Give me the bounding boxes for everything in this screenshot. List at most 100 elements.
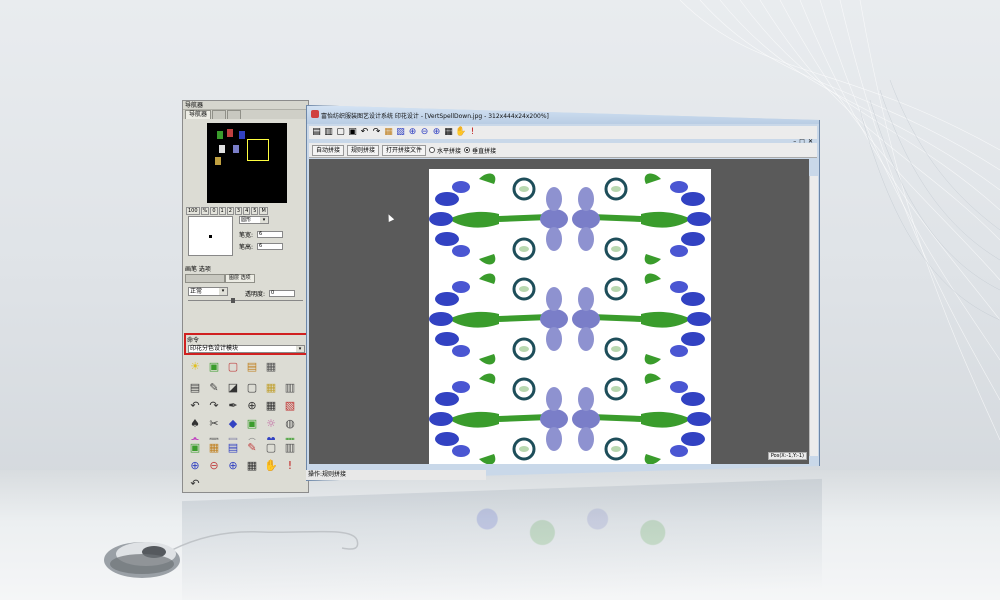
grid-icon[interactable]: ▦ — [244, 458, 260, 474]
tab-3[interactable] — [227, 110, 242, 119]
zoom-level-3[interactable]: 3 — [234, 207, 243, 215]
floral-pattern — [429, 169, 711, 464]
save-icon[interactable]: ▤ — [225, 440, 241, 456]
layer-icon[interactable]: ▦ — [383, 127, 394, 138]
radio-horizontal-tile[interactable]: 水平拼接 — [429, 146, 461, 155]
zoom-out-icon[interactable]: ⊖ — [206, 458, 222, 474]
diamond-icon[interactable]: ◆ — [225, 416, 241, 432]
copy-icon[interactable]: ▤ — [244, 359, 260, 375]
preview-viewport-rect[interactable] — [247, 139, 269, 161]
status-bar: 操作:规则拼接 — [306, 470, 486, 480]
opacity-input[interactable]: 0 — [269, 290, 296, 297]
alert-icon[interactable]: ! — [467, 127, 478, 138]
print-icon[interactable]: ▣ — [347, 127, 358, 138]
grid-icon[interactable]: ▦ — [443, 127, 454, 138]
brush-preview — [188, 216, 233, 256]
opacity-label: 透明度: — [245, 291, 266, 298]
zoom-in-icon[interactable]: ⊕ — [407, 127, 418, 138]
main-toolbar: ▤ ▥ ▢ ▣ ↶ ↷ ▦ ▧ ⊕ ⊖ ⊕ ▦ ✋ ! — [309, 126, 817, 139]
new-icon[interactable]: ▢ — [335, 127, 346, 138]
undo-icon[interactable]: ↶ — [359, 127, 370, 138]
rectangle-icon[interactable]: ▢ — [244, 380, 260, 396]
fill-icon[interactable]: ⊕ — [244, 398, 260, 414]
clip-icon[interactable]: ♠ — [187, 416, 203, 432]
folder-icon[interactable]: ▦ — [206, 440, 222, 456]
command-select[interactable]: 印花分色设计模块 ▾ — [188, 345, 305, 353]
cut-icon[interactable]: ✂ — [206, 416, 222, 432]
tab-navigator[interactable]: 导航器 — [185, 110, 212, 119]
pen-icon[interactable]: ✒ — [225, 398, 241, 414]
undo-icon[interactable]: ↶ — [187, 398, 203, 414]
pencil-icon[interactable]: ✎ — [206, 380, 222, 396]
preview-thumb — [219, 145, 225, 153]
navigator-panel: 导航器 导航器 100 % 0 1 2 3 4 5 M 圆形 ▾ 笔宽: 6 笔… — [182, 100, 309, 493]
chevron-down-icon: ▾ — [260, 217, 268, 223]
sun-icon[interactable]: ☀ — [187, 359, 203, 375]
brush-icon[interactable]: ✎ — [244, 440, 260, 456]
zoom-fit-icon[interactable]: ⊕ — [225, 458, 241, 474]
brush-options-label: 画笔 选项 — [185, 266, 211, 273]
opacity-slider-thumb[interactable] — [231, 298, 235, 303]
stamp-icon[interactable]: ▦ — [263, 398, 279, 414]
print-icon[interactable]: ▥ — [282, 440, 298, 456]
tab-brush[interactable] — [185, 274, 225, 283]
grid-icon[interactable]: ▥ — [282, 380, 298, 396]
zoom-unit: % — [200, 207, 210, 215]
zoom-level-5[interactable]: 5 — [251, 207, 259, 215]
navigator-preview[interactable] — [207, 123, 287, 203]
image-icon[interactable]: ▣ — [206, 359, 222, 375]
save-icon[interactable]: ▥ — [323, 127, 334, 138]
radio-circle-checked — [464, 147, 471, 153]
brush-height-row: 笔高: 6 — [239, 242, 284, 251]
open-icon[interactable]: ▣ — [187, 440, 203, 456]
zoom-level-m[interactable]: M — [259, 207, 268, 215]
redo-icon[interactable]: ↷ — [206, 398, 222, 414]
frame-icon[interactable]: ▦ — [263, 359, 279, 375]
layers-icon[interactable]: ▤ — [187, 380, 203, 396]
hand-icon[interactable]: ✋ — [263, 458, 279, 474]
hand-icon[interactable]: ✋ — [455, 127, 466, 138]
zoom-level-2[interactable]: 2 — [226, 207, 234, 215]
color-wheel-icon[interactable]: ▧ — [282, 398, 298, 414]
open-icon[interactable]: ▤ — [311, 127, 322, 138]
document-icon[interactable]: ▢ — [225, 359, 241, 375]
zoom-level-1[interactable]: 1 — [218, 207, 226, 215]
tab-2[interactable] — [212, 110, 227, 119]
vertical-scrollbar[interactable] — [809, 176, 818, 456]
flower-icon[interactable]: ☼ — [263, 416, 279, 432]
tiled-pattern-canvas[interactable] — [429, 169, 711, 464]
zoom-fit-icon[interactable]: ⊕ — [431, 127, 442, 138]
auto-tile-button[interactable]: 自动拼接 — [312, 144, 345, 156]
zoom-in-icon[interactable]: ⊕ — [187, 458, 203, 474]
zoom-level-0[interactable]: 0 — [210, 207, 218, 215]
tile-toolbar: 自动拼接 规则拼接 打开拼接文件 水平拼接 垂直拼接 — [309, 143, 817, 158]
undo-icon[interactable]: ↶ — [187, 476, 203, 492]
open-tile-file-button[interactable]: 打开拼接文件 — [382, 144, 427, 156]
window-title: 富怡纺织服装图艺设计系统 印花设计 - [VertSpellDown.jpg -… — [321, 113, 549, 120]
brush-height-input[interactable]: 6 — [257, 243, 284, 250]
zoom-level-4[interactable]: 4 — [243, 207, 251, 215]
brush-shape-select[interactable]: 圆形 ▾ — [239, 216, 269, 224]
camera-icon[interactable]: ◍ — [282, 416, 298, 432]
radio-vertical-tile[interactable]: 垂直拼接 — [464, 146, 496, 155]
brush-width-input[interactable]: 6 — [257, 231, 284, 238]
frame-icon[interactable]: ▧ — [395, 127, 406, 138]
zoom-out-icon[interactable]: ⊖ — [419, 127, 430, 138]
opacity-slider-track[interactable] — [188, 300, 303, 301]
alert-icon[interactable]: ! — [282, 458, 298, 474]
cursor-position: Pos(X:-1,Y:-1) — [767, 452, 807, 460]
page-icon[interactable]: ▢ — [263, 440, 279, 456]
redo-icon[interactable]: ↷ — [371, 127, 382, 138]
select-icon[interactable]: ◪ — [225, 380, 241, 396]
tab-layer-options[interactable]: 图层 选项 — [225, 274, 255, 283]
pattern-icon[interactable]: ▦ — [263, 380, 279, 396]
canvas-area[interactable] — [309, 159, 809, 464]
zoom-value: 100 — [186, 207, 200, 215]
app-icon — [311, 110, 319, 118]
radio-horizontal-label: 水平拼接 — [437, 147, 462, 155]
rule-tile-button[interactable]: 规则拼接 — [347, 144, 380, 156]
blend-mode-select[interactable]: 正常 ▾ — [188, 287, 228, 296]
texture-icon[interactable]: ▣ — [244, 416, 260, 432]
preview-thumb — [217, 131, 223, 139]
navigator-title: 导航器 — [183, 101, 308, 110]
